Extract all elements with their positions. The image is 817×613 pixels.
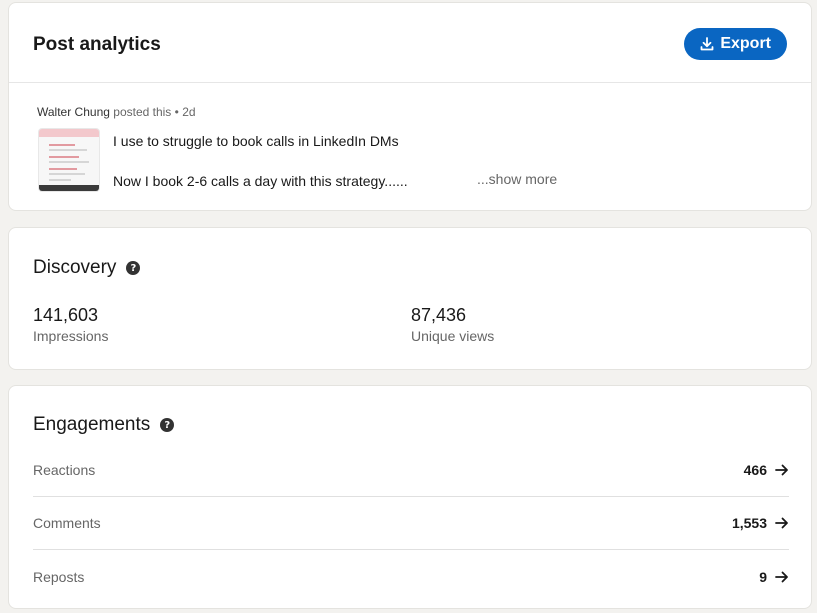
question-circle-icon[interactable]: ? bbox=[126, 261, 141, 275]
arrow-right-icon[interactable] bbox=[775, 517, 789, 529]
post-analytics-header: Post analytics Export bbox=[9, 3, 811, 83]
post-thumbnail[interactable] bbox=[38, 128, 100, 192]
impressions-value: 141,603 bbox=[33, 305, 99, 325]
comments-right: 1,553 bbox=[732, 515, 789, 531]
post-text-line-2: Now I book 2-6 calls a day with this str… bbox=[113, 173, 408, 189]
engagement-row-reactions[interactable]: Reactions 466 bbox=[33, 444, 789, 497]
post-analytics-card: Post analytics Export Walter Chung poste… bbox=[8, 2, 812, 211]
comments-label: Comments bbox=[33, 515, 101, 531]
export-button[interactable]: Export bbox=[684, 28, 787, 60]
post-author[interactable]: Walter Chung bbox=[37, 105, 110, 119]
export-button-label: Export bbox=[720, 35, 771, 52]
arrow-right-icon[interactable] bbox=[775, 571, 789, 583]
discovery-title: Discovery bbox=[33, 257, 117, 278]
post-age: 2d bbox=[182, 105, 196, 119]
unique-views-metric: 87,436 Unique views bbox=[411, 305, 494, 344]
engagements-title: Engagements bbox=[33, 414, 151, 435]
engagements-card: Engagements ? Reactions 466 Comments 1,5… bbox=[8, 385, 812, 609]
unique-views-value: 87,436 bbox=[411, 305, 467, 325]
reactions-right: 466 bbox=[744, 462, 789, 478]
reposts-value: 9 bbox=[759, 568, 767, 585]
arrow-right-icon[interactable] bbox=[775, 464, 789, 476]
engagement-row-comments[interactable]: Comments 1,553 bbox=[33, 497, 789, 550]
reposts-label: Reposts bbox=[33, 568, 85, 585]
show-more-link[interactable]: ...show more bbox=[477, 171, 557, 187]
post-text: I use to struggle to book calls in Linke… bbox=[113, 131, 408, 191]
reactions-value: 466 bbox=[743, 462, 767, 478]
reposts-right: 9 bbox=[759, 569, 789, 585]
discovery-card: Discovery ? 141,603 Impressions 87,436 U… bbox=[8, 227, 812, 370]
meta-separator: • bbox=[174, 105, 179, 119]
comments-value: 1,553 bbox=[731, 515, 767, 531]
impressions-metric: 141,603 Impressions bbox=[33, 305, 108, 344]
page-title: Post analytics bbox=[33, 34, 161, 55]
engagement-row-reposts[interactable]: Reposts 9 bbox=[33, 550, 789, 603]
question-circle-icon[interactable]: ? bbox=[160, 418, 175, 432]
engagements-heading: Engagements ? bbox=[33, 414, 175, 436]
download-icon bbox=[700, 37, 714, 51]
discovery-heading: Discovery ? bbox=[33, 257, 141, 279]
post-action: posted this bbox=[113, 105, 172, 119]
unique-views-label: Unique views bbox=[411, 328, 495, 344]
post-meta: Walter Chung posted this • 2d bbox=[37, 105, 196, 119]
reactions-label: Reactions bbox=[33, 462, 96, 478]
impressions-label: Impressions bbox=[33, 328, 109, 344]
post-text-line-1: I use to struggle to book calls in Linke… bbox=[113, 133, 399, 149]
